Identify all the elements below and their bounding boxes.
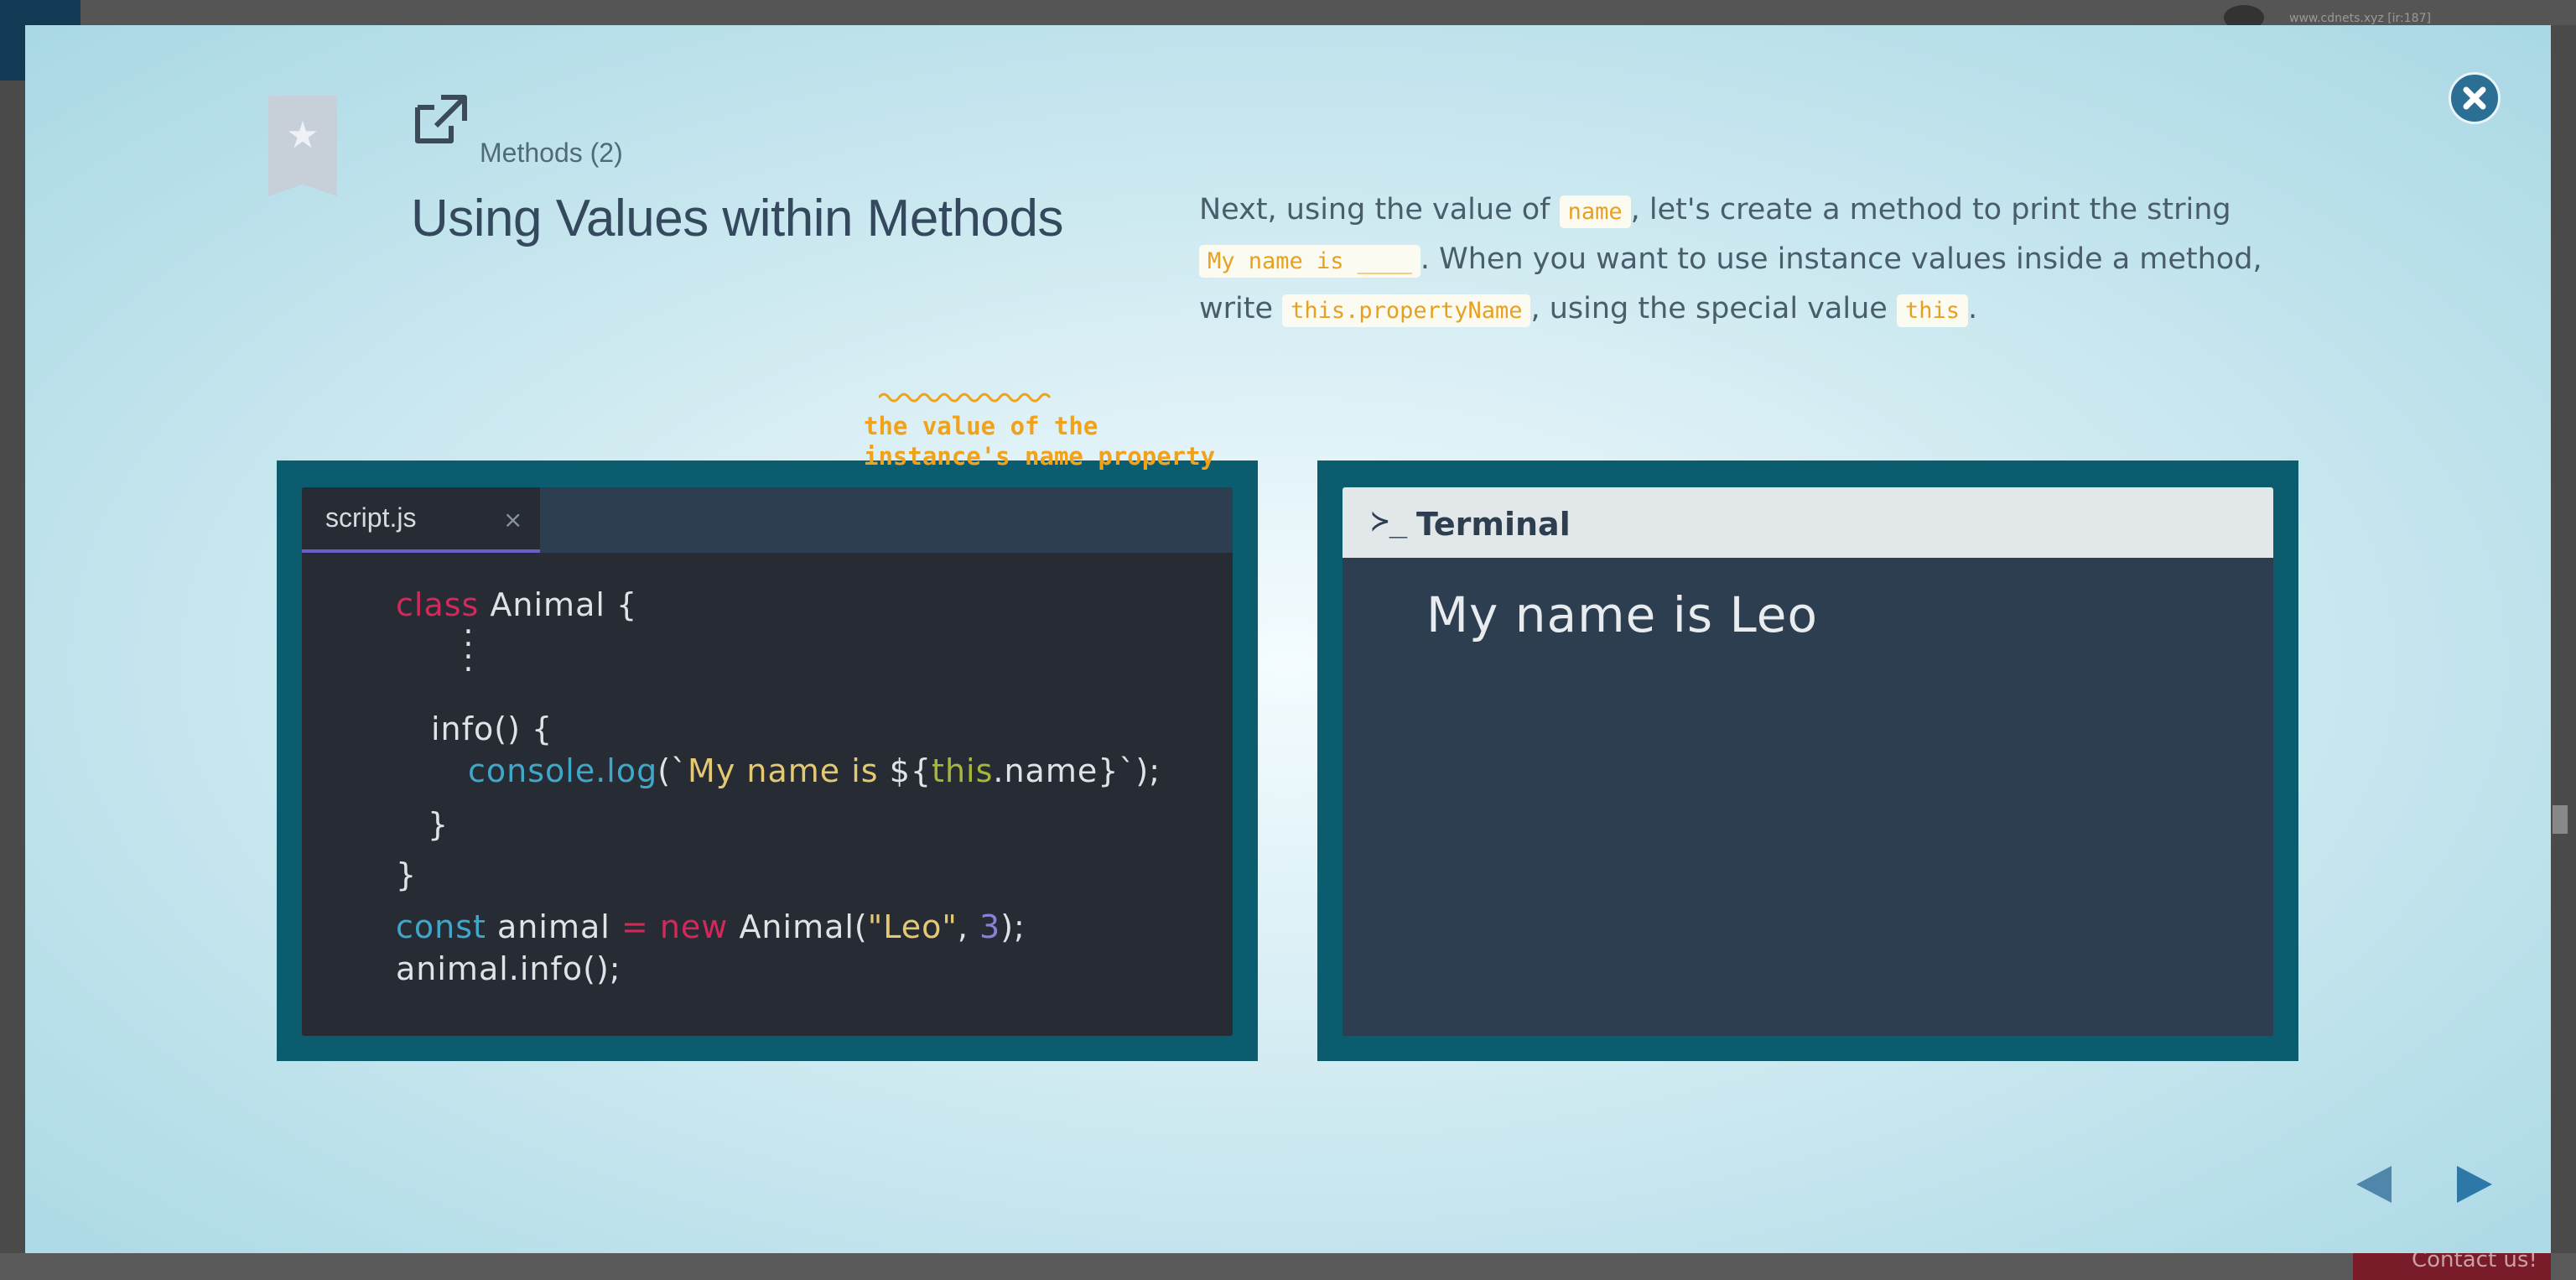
editor-tabbar: script.js × — [302, 487, 1233, 553]
bookmark-star-icon[interactable]: ★ — [268, 96, 337, 196]
code-line: : — [463, 642, 475, 679]
terminal-header: ≻_ Terminal — [1343, 487, 2273, 558]
tab-label: script.js — [325, 502, 417, 533]
terminal-title: Terminal — [1416, 506, 1571, 543]
annotation-line: instance's name property — [864, 442, 1216, 471]
lesson-description: Next, using the value of name, let's cre… — [1199, 186, 2272, 335]
tab-close-icon[interactable]: × — [503, 506, 522, 533]
close-button[interactable] — [2449, 72, 2501, 124]
description-text: Next, using the value of — [1199, 193, 1560, 226]
code-line: const animal = new Animal("Leo", 3); — [396, 908, 1026, 945]
squiggle-underline — [879, 393, 1052, 403]
background-topbar — [0, 0, 2576, 25]
description-text: , using the special value — [1530, 292, 1897, 325]
editor-panel: script.js × class Animal { : : info() { … — [277, 460, 1258, 1061]
page-title: Using Values within Methods — [411, 190, 1063, 247]
code-line: } — [396, 856, 418, 893]
triangle-right-icon[interactable] — [2454, 1163, 2496, 1206]
description-text: , let's create a method to print the str… — [1630, 193, 2231, 226]
terminal: ≻_ Terminal My name is Leo — [1343, 487, 2273, 1036]
background-scrollbar[interactable] — [2553, 805, 2568, 834]
code-chip-name: name — [1559, 195, 1631, 228]
code-annotation: the value of the instance's name propert… — [864, 411, 1215, 471]
code-line: animal.info(); — [396, 950, 621, 987]
code-chip-property: this.propertyName — [1282, 294, 1531, 327]
code-line: info() { — [431, 710, 553, 747]
close-icon — [2463, 86, 2486, 110]
code-chip-string: My name is ____ — [1199, 245, 1420, 278]
description-text: . — [1967, 292, 1978, 325]
code-line: class Animal { — [396, 586, 638, 623]
background-url-text: www.cdnets.xyz [ir:187] — [2289, 12, 2431, 25]
breadcrumb: Methods (2) — [480, 138, 623, 168]
terminal-output: My name is Leo — [1426, 586, 1818, 643]
tab-script-js[interactable]: script.js × — [302, 487, 540, 553]
terminal-prompt-icon: ≻_ — [1371, 504, 1408, 539]
code-chip-this: this — [1896, 294, 1968, 327]
star-icon: ★ — [286, 114, 319, 157]
terminal-panel: ≻_ Terminal My name is Leo — [1317, 460, 2298, 1061]
lesson-modal: ★ Methods (2) Using Values within Method… — [25, 25, 2551, 1253]
annotation-line: the value of the — [864, 412, 1098, 440]
triangle-left-icon[interactable] — [2353, 1163, 2395, 1206]
code-line: console.log(`My name is ${this.name}`); — [468, 752, 1161, 789]
code-line: } — [428, 806, 449, 843]
background-bottom-bar — [0, 1253, 2576, 1280]
code-editor: script.js × class Animal { : : info() { … — [302, 487, 1233, 1036]
external-link-icon[interactable] — [413, 92, 470, 146]
